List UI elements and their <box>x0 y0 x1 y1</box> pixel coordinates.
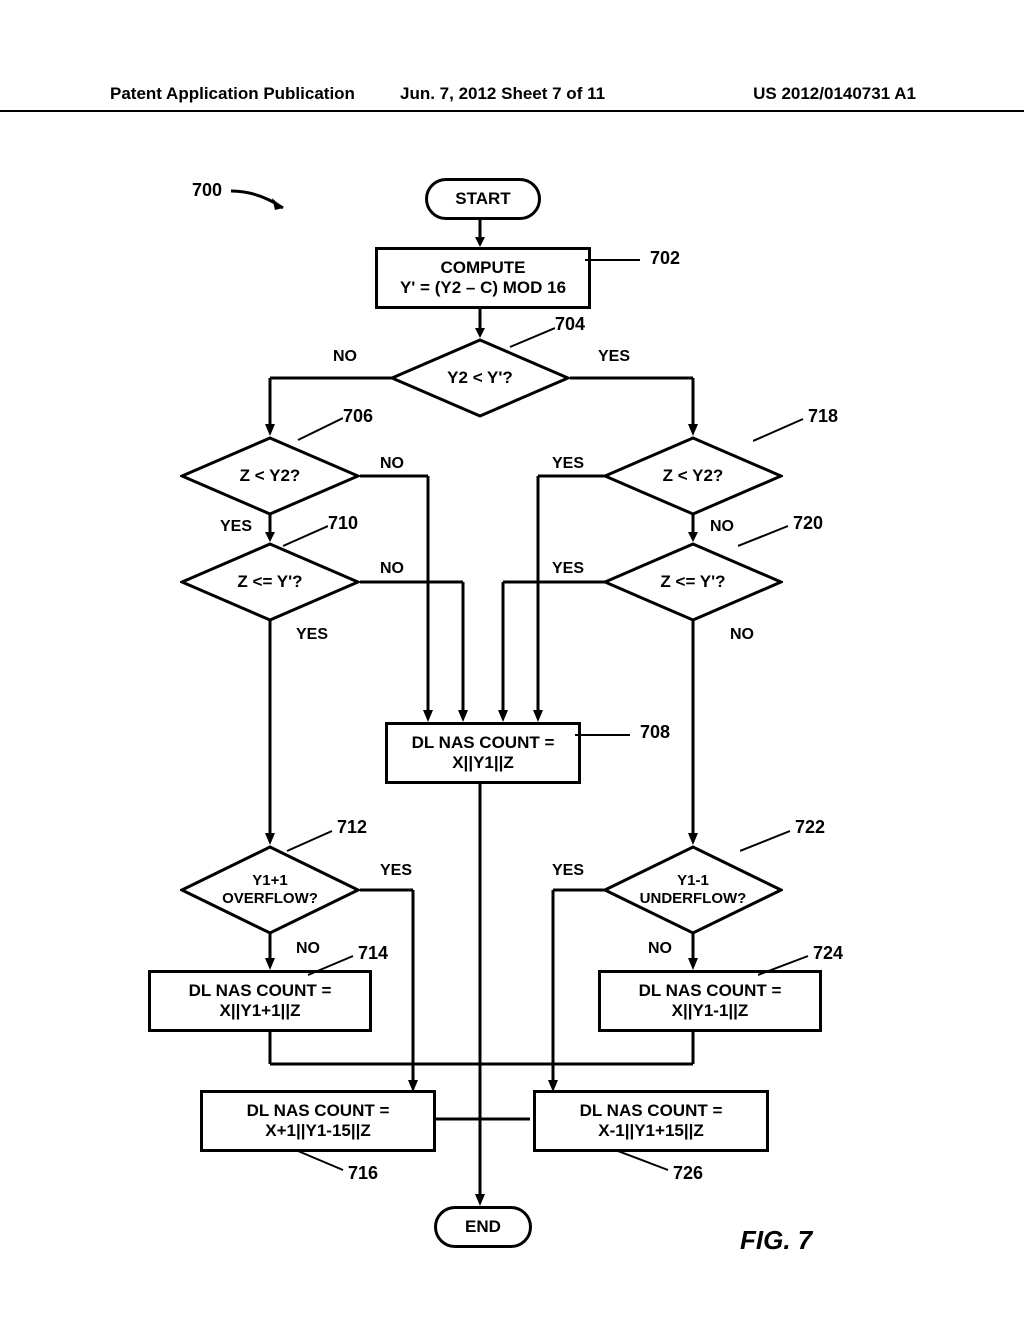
d706-label: Z < Y2? <box>240 466 301 486</box>
leader-706 <box>293 415 343 443</box>
ref-726: 726 <box>673 1163 703 1184</box>
flowchart-canvas: 700 START COMPUTE Y' = (Y2 – C) MOD 16 7… <box>0 160 1024 1260</box>
arrow-compute-704 <box>475 306 485 338</box>
d712-label: Y1+1OVERFLOW? <box>222 872 318 908</box>
compute-node: COMPUTE Y' = (Y2 – C) MOD 16 <box>375 247 591 309</box>
leader-702 <box>585 255 645 265</box>
ref-722: 722 <box>795 817 825 838</box>
header-right: US 2012/0140731 A1 <box>753 84 916 104</box>
leader-712 <box>282 828 337 854</box>
d718-label: Z < Y2? <box>663 466 724 486</box>
end-node: END <box>434 1206 532 1248</box>
leader-718 <box>753 416 808 444</box>
d704-label: Y2 < Y'? <box>447 368 513 388</box>
header-left: Patent Application Publication <box>110 84 355 104</box>
arrow-708-end <box>475 781 485 1206</box>
d720-label: Z <= Y'? <box>660 572 725 592</box>
p716: DL NAS COUNT = X+1||Y1-15||Z <box>200 1090 436 1152</box>
arrow-716-merge <box>430 1114 485 1124</box>
p714-l1: DL NAS COUNT = <box>189 981 332 1001</box>
leader-722 <box>740 828 795 854</box>
p724-l1: DL NAS COUNT = <box>639 981 782 1001</box>
lbl-704-yes: YES <box>598 348 630 366</box>
ref-712: 712 <box>337 817 367 838</box>
arrow-724-merge <box>480 1029 698 1069</box>
d710-label: Z <= Y'? <box>237 572 302 592</box>
lbl-718-no: NO <box>710 518 734 536</box>
lbl-712-yes: YES <box>380 862 412 880</box>
lbl-722-no: NO <box>648 940 672 958</box>
compute-l1: COMPUTE <box>441 258 526 278</box>
ref-714: 714 <box>358 943 388 964</box>
ref-716: 716 <box>348 1163 378 1184</box>
leader-708 <box>575 730 635 740</box>
d720: Z <= Y'? <box>603 542 783 622</box>
arrow-704-yes <box>568 374 698 436</box>
arrow-710-yes <box>265 620 275 845</box>
p714: DL NAS COUNT = X||Y1+1||Z <box>148 970 372 1032</box>
d704: Y2 < Y'? <box>390 338 570 418</box>
ref-704: 704 <box>555 314 585 335</box>
page-header: Patent Application Publication Jun. 7, 2… <box>0 84 1024 112</box>
leader-714 <box>303 953 358 978</box>
compute-l2: Y' = (Y2 – C) MOD 16 <box>400 278 566 298</box>
arrow-718-no <box>688 514 698 542</box>
leader-716 <box>293 1148 348 1173</box>
start-label: START <box>455 189 510 209</box>
lbl-720-no: NO <box>730 626 754 644</box>
leader-710 <box>278 523 328 549</box>
ref-708: 708 <box>640 722 670 743</box>
p726: DL NAS COUNT = X-1||Y1+15||Z <box>533 1090 769 1152</box>
arrow-712-no <box>265 933 275 970</box>
lbl-722-yes: YES <box>552 862 584 880</box>
d718: Z < Y2? <box>603 436 783 516</box>
figure-label: FIG. 7 <box>740 1225 812 1256</box>
p726-l2: X-1||Y1+15||Z <box>598 1121 704 1141</box>
p708-l1: DL NAS COUNT = <box>412 733 555 753</box>
p708: DL NAS COUNT = X||Y1||Z <box>385 722 581 784</box>
d722: Y1-1UNDERFLOW? <box>603 845 783 935</box>
d706: Z < Y2? <box>180 436 360 516</box>
lbl-710-yes: YES <box>296 626 328 644</box>
lbl-720-yes: YES <box>552 560 584 578</box>
lbl-704-no: NO <box>333 348 357 366</box>
lbl-706-no: NO <box>380 455 404 473</box>
ref-702: 702 <box>650 248 680 269</box>
p716-l1: DL NAS COUNT = <box>247 1101 390 1121</box>
ref-710: 710 <box>328 513 358 534</box>
arrow-706-yes <box>265 514 275 542</box>
lbl-706-yes: YES <box>220 518 252 536</box>
arrow-720-no <box>688 620 698 845</box>
ref-706: 706 <box>343 406 373 427</box>
start-node: START <box>425 178 541 220</box>
p726-l1: DL NAS COUNT = <box>580 1101 723 1121</box>
ref-724: 724 <box>813 943 843 964</box>
lbl-710-no: NO <box>380 560 404 578</box>
d710: Z <= Y'? <box>180 542 360 622</box>
arrow-720-yes <box>498 578 608 722</box>
p714-l2: X||Y1+1||Z <box>220 1001 301 1021</box>
arrow-714-merge <box>265 1029 485 1069</box>
leader-726 <box>618 1148 673 1173</box>
header-center: Jun. 7, 2012 Sheet 7 of 11 <box>400 84 605 104</box>
leader-720 <box>738 523 793 549</box>
p708-l2: X||Y1||Z <box>452 753 514 773</box>
arrow-710-no <box>358 578 468 722</box>
lbl-718-yes: YES <box>552 455 584 473</box>
p716-l2: X+1||Y1-15||Z <box>265 1121 371 1141</box>
leader-704 <box>505 325 555 350</box>
ref-720: 720 <box>793 513 823 534</box>
p724: DL NAS COUNT = X||Y1-1||Z <box>598 970 822 1032</box>
end-label: END <box>465 1217 501 1237</box>
d722-label: Y1-1UNDERFLOW? <box>640 872 747 908</box>
arrow-start-compute <box>475 217 485 247</box>
leader-724 <box>758 953 813 978</box>
arrow-726-merge <box>480 1114 535 1124</box>
arrow-722-no <box>688 933 698 970</box>
d712: Y1+1OVERFLOW? <box>180 845 360 935</box>
p724-l2: X||Y1-1||Z <box>672 1001 749 1021</box>
leader-700 <box>228 188 298 218</box>
ref-718: 718 <box>808 406 838 427</box>
ref-700: 700 <box>192 180 222 201</box>
